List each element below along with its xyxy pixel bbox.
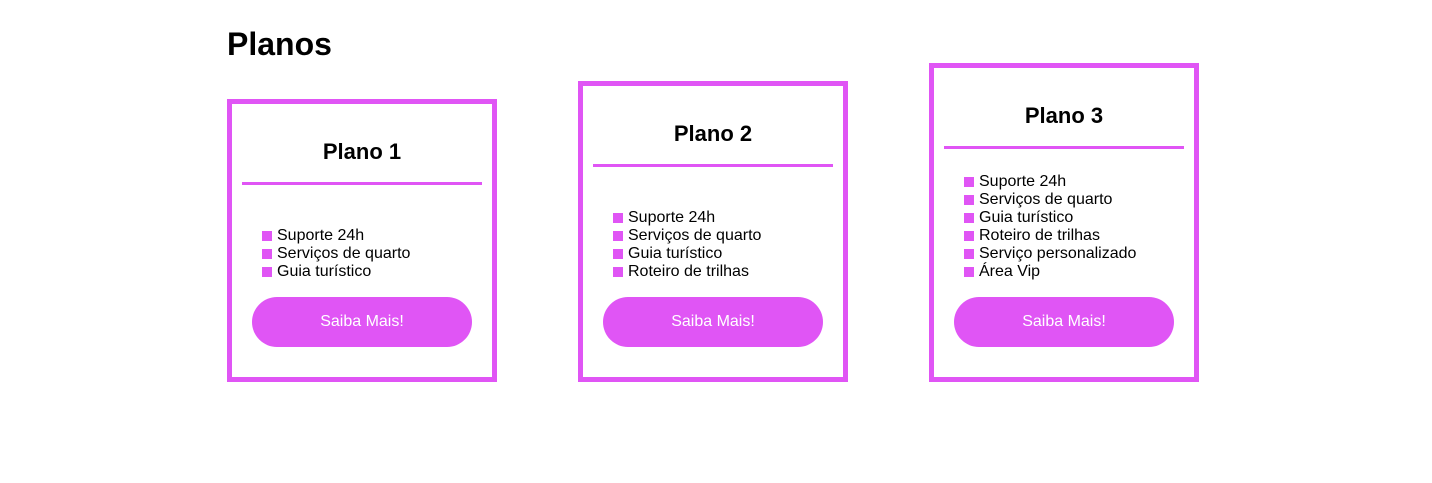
saiba-mais-button-2[interactable]: Saiba Mais! [603, 297, 823, 347]
feature-label: Roteiro de trilhas [979, 227, 1100, 244]
feature-label: Guia turístico [628, 245, 723, 262]
feature-label: Roteiro de trilhas [628, 263, 749, 280]
plan-divider [242, 182, 482, 185]
plan-title: Plano 3 [1024, 103, 1104, 128]
feature-label: Serviços de quarto [277, 245, 411, 262]
feature-label: Área Vip [979, 263, 1041, 280]
feature-item: Suporte 24h [613, 209, 761, 227]
square-bullet-icon [613, 249, 623, 259]
feature-item: Serviços de quarto [964, 191, 1136, 209]
feature-label: Suporte 24h [277, 227, 365, 244]
square-bullet-icon [613, 231, 623, 241]
plan-card-2: Plano 2 Suporte 24h Serviços de quarto G… [578, 81, 848, 382]
plan-divider [593, 164, 833, 167]
feature-label: Serviços de quarto [979, 191, 1113, 208]
saiba-mais-button-1[interactable]: Saiba Mais! [252, 297, 472, 347]
feature-label: Serviços de quarto [628, 227, 762, 244]
feature-item: Guia turístico [613, 245, 761, 263]
square-bullet-icon [964, 213, 974, 223]
feature-item: Área Vip [964, 263, 1136, 281]
plan-title: Plano 1 [322, 139, 402, 164]
square-bullet-icon [964, 249, 974, 259]
saiba-mais-button-3[interactable]: Saiba Mais! [954, 297, 1174, 347]
square-bullet-icon [964, 195, 974, 205]
square-bullet-icon [964, 267, 974, 277]
feature-label: Serviço personalizado [979, 245, 1137, 262]
feature-item: Serviços de quarto [613, 227, 761, 245]
square-bullet-icon [262, 231, 272, 241]
square-bullet-icon [964, 177, 974, 187]
square-bullet-icon [964, 231, 974, 241]
feature-item: Serviço personalizado [964, 245, 1136, 263]
square-bullet-icon [262, 249, 272, 259]
feature-item: Guia turístico [964, 209, 1136, 227]
plans-page: Planos Plano 1 Suporte 24h Serviços de q… [0, 0, 1432, 483]
feature-item: Serviços de quarto [262, 245, 410, 263]
feature-label: Guia turístico [277, 263, 372, 280]
feature-item: Suporte 24h [262, 227, 410, 245]
feature-item: Guia turístico [262, 263, 410, 281]
feature-item: Suporte 24h [964, 173, 1136, 191]
square-bullet-icon [613, 267, 623, 277]
square-bullet-icon [262, 267, 272, 277]
feature-label: Guia turístico [979, 209, 1074, 226]
feature-item: Roteiro de trilhas [964, 227, 1136, 245]
plan-card-1: Plano 1 Suporte 24h Serviços de quarto G… [227, 99, 497, 382]
feature-label: Suporte 24h [628, 209, 716, 226]
plan-divider [944, 146, 1184, 149]
plan-card-3: Plano 3 Suporte 24h Serviços de quarto G… [929, 63, 1199, 382]
feature-list: Suporte 24h Serviços de quarto Guia turí… [964, 173, 1136, 281]
feature-list: Suporte 24h Serviços de quarto Guia turí… [262, 227, 410, 281]
plan-title: Plano 2 [673, 121, 753, 146]
feature-list: Suporte 24h Serviços de quarto Guia turí… [613, 209, 761, 281]
feature-item: Roteiro de trilhas [613, 263, 761, 281]
page-title: Planos [227, 26, 332, 62]
feature-label: Suporte 24h [979, 173, 1067, 190]
square-bullet-icon [613, 213, 623, 223]
